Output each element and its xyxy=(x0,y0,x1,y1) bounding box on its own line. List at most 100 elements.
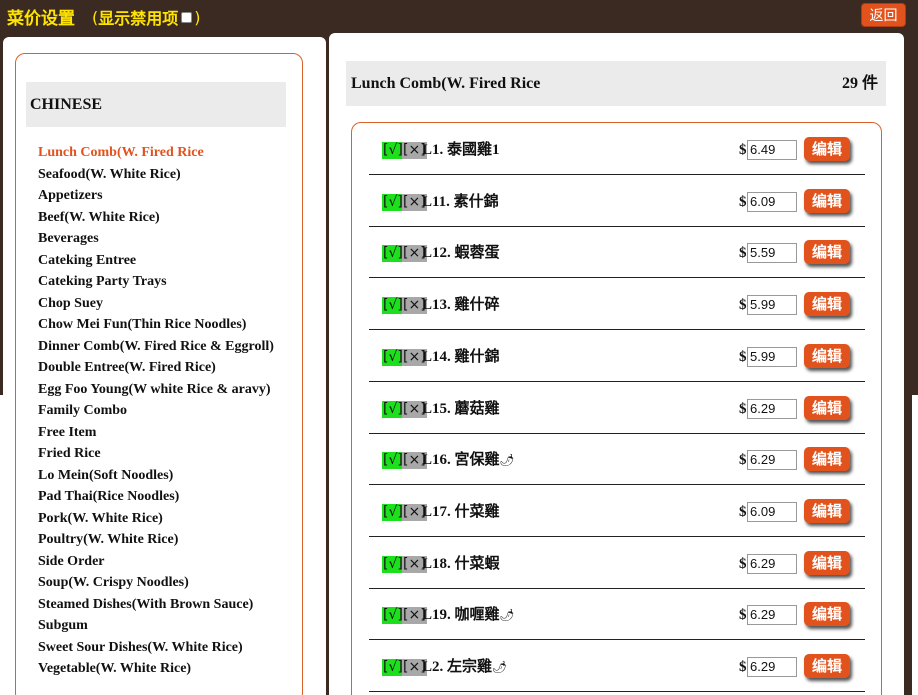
currency-symbol: $ xyxy=(739,142,747,158)
menu-item-label: L17. 什菜雞 xyxy=(422,503,500,520)
category-item[interactable]: Lunch Comb(W. Fired Rice xyxy=(38,142,274,164)
price-input[interactable]: 6.29 xyxy=(747,398,797,419)
menu-item-label: L16. 宮保雞 xyxy=(422,452,500,469)
menu-item-name: L12. 蝦蓉蛋 xyxy=(422,243,500,263)
enable-button[interactable]: [√] xyxy=(382,348,404,366)
price-input[interactable]: 6.09 xyxy=(747,501,797,522)
toggle-label: 显示禁用项 xyxy=(98,9,179,28)
enable-button[interactable]: [√] xyxy=(382,193,404,211)
show-disabled-checkbox[interactable] xyxy=(181,11,193,23)
price-input[interactable]: 6.29 xyxy=(747,657,797,677)
category-item[interactable]: Fried Rice xyxy=(38,443,274,465)
price-input[interactable]: 5.59 xyxy=(747,243,797,264)
price-input[interactable]: 6.29 xyxy=(747,553,797,574)
category-item[interactable]: Lo Mein(Soft Noodles) xyxy=(38,465,274,487)
category-item[interactable]: Chop Suey xyxy=(38,293,274,315)
price-input[interactable]: 6.29 xyxy=(747,605,797,626)
enable-button[interactable]: [√] xyxy=(382,452,404,470)
edit-button[interactable]: 编辑 xyxy=(804,188,850,213)
menu-item-name: L2. 左宗雞🌶 xyxy=(422,657,507,677)
menu-item-label: L15. 蘑菇雞 xyxy=(422,400,500,417)
enable-button[interactable]: [√] xyxy=(382,297,404,315)
category-item[interactable]: Pad Thai(Rice Noodles) xyxy=(38,486,274,508)
category-item[interactable]: Steamed Dishes(With Brown Sauce) xyxy=(38,594,274,616)
edit-button[interactable]: 编辑 xyxy=(804,447,850,472)
price-input[interactable]: 6.49 xyxy=(747,140,797,160)
currency-symbol: $ xyxy=(739,607,747,624)
edit-button[interactable]: 编辑 xyxy=(804,395,850,420)
currency-symbol: $ xyxy=(739,245,747,262)
menu-item-label: L1. 泰國雞1 xyxy=(422,142,500,158)
category-item[interactable]: Dinner Comb(W. Fired Rice & Eggroll) xyxy=(38,336,274,358)
enable-button[interactable]: [√] xyxy=(382,607,404,625)
category-item[interactable]: Cateking Entree xyxy=(38,250,274,272)
category-item[interactable]: Poultry(W. White Rice) xyxy=(38,529,274,551)
enable-button[interactable]: [√] xyxy=(382,400,404,418)
menu-item-name: L14. 雞什錦 xyxy=(422,347,500,367)
category-item[interactable]: Beef(W. White Rice) xyxy=(38,207,274,229)
price-input[interactable]: 5.99 xyxy=(747,295,797,316)
category-group-header: CHINESE xyxy=(26,82,286,127)
category-item[interactable]: Free Item xyxy=(38,422,274,444)
category-item[interactable]: Double Entree(W. Fired Rice) xyxy=(38,357,274,379)
edit-button[interactable]: 编辑 xyxy=(804,498,850,523)
menu-item-row: [√] [×] L2. 左宗雞🌶 $6.29 编辑 xyxy=(369,640,865,692)
menu-item-row: [√] [×] L12. 蝦蓉蛋 $5.59 编辑 xyxy=(369,226,865,279)
currency-symbol: $ xyxy=(739,193,747,210)
price-input[interactable]: 6.29 xyxy=(747,450,797,471)
menu-item-label: L11. 素什錦 xyxy=(422,193,499,210)
enable-button[interactable]: [√] xyxy=(382,245,404,263)
category-list: Lunch Comb(W. Fired Rice Seafood(W. White… xyxy=(38,142,274,680)
enable-button[interactable]: [√] xyxy=(382,142,404,159)
menu-item-name: L11. 素什錦 xyxy=(422,192,499,212)
currency-symbol: $ xyxy=(739,348,747,365)
menu-item-row: [√] [×] L16. 宮保雞🌶 $6.29 编辑 xyxy=(369,433,865,486)
category-item[interactable]: Sweet Sour Dishes(W. White Rice) xyxy=(38,637,274,659)
category-item[interactable]: Soup(W. Crispy Noodles) xyxy=(38,572,274,594)
edit-button[interactable]: 编辑 xyxy=(804,240,850,265)
category-item[interactable]: Appetizers xyxy=(38,185,274,207)
menu-item-label: L19. 咖喱雞 xyxy=(422,607,500,624)
category-item[interactable]: Beverages xyxy=(38,228,274,250)
chili-icon: 🌶 xyxy=(499,608,515,623)
menu-item-name: L1. 泰國雞1 xyxy=(422,140,500,160)
currency-symbol: $ xyxy=(739,452,747,469)
menu-item-name: L15. 蘑菇雞 xyxy=(422,399,500,419)
menu-item-row: [√] [×] L19. 咖喱雞🌶 $6.29 编辑 xyxy=(369,588,865,641)
edit-button[interactable]: 编辑 xyxy=(804,343,850,368)
enable-button[interactable]: [√] xyxy=(382,503,404,521)
category-item[interactable]: Cateking Party Trays xyxy=(38,271,274,293)
category-item[interactable]: Side Order xyxy=(38,551,274,573)
menu-item-name: L13. 雞什碎 xyxy=(422,295,500,315)
price-input[interactable]: 5.99 xyxy=(747,346,797,367)
page-title: 菜价设置 xyxy=(7,9,75,29)
enable-button[interactable]: [√] xyxy=(382,555,404,573)
category-item[interactable]: Chow Mei Fun(Thin Rice Noodles) xyxy=(38,314,274,336)
edit-button[interactable]: 编辑 xyxy=(804,602,850,627)
price-input[interactable]: 6.09 xyxy=(747,191,797,212)
show-disabled-toggle[interactable]: ( 显示禁用项 ) xyxy=(92,5,201,29)
category-item[interactable]: Egg Foo Young(W white Rice & aravy) xyxy=(38,379,274,401)
enable-button[interactable]: [√] xyxy=(382,659,404,676)
menu-item-label: L18. 什菜蝦 xyxy=(422,555,500,572)
menu-items-list: [√] [×] L1. 泰國雞1 $6.49 编辑 [√] [×] L11. 素什錦 $6.09… xyxy=(351,122,882,695)
menu-item-row: [√] [×] L14. 雞什錦 $5.99 编辑 xyxy=(369,330,865,382)
toggle-close-paren: ) xyxy=(194,7,201,27)
category-item[interactable]: Family Combo xyxy=(38,400,274,422)
edit-button[interactable]: 编辑 xyxy=(804,137,850,161)
category-item[interactable]: Vegetable(W. White Rice) xyxy=(38,658,274,680)
category-item[interactable]: Subgum xyxy=(38,615,274,637)
edit-button[interactable]: 编辑 xyxy=(804,550,850,575)
menu-item-label: L13. 雞什碎 xyxy=(422,297,500,314)
category-item[interactable]: Pork(W. White Rice) xyxy=(38,508,274,530)
edit-button[interactable]: 编辑 xyxy=(804,654,850,678)
item-count: 29 件 xyxy=(841,75,878,92)
menu-item-row: [√] [×] L15. 蘑菇雞 $6.29 编辑 xyxy=(369,382,865,434)
category-item[interactable]: Seafood(W. White Rice) xyxy=(38,164,274,186)
menu-item-name: L18. 什菜蝦 xyxy=(422,554,500,574)
currency-symbol: $ xyxy=(739,503,747,520)
edit-button[interactable]: 编辑 xyxy=(804,292,850,317)
back-button[interactable]: 返回 xyxy=(861,3,906,27)
menu-item-label: L12. 蝦蓉蛋 xyxy=(422,245,500,262)
right-edge xyxy=(912,395,918,695)
